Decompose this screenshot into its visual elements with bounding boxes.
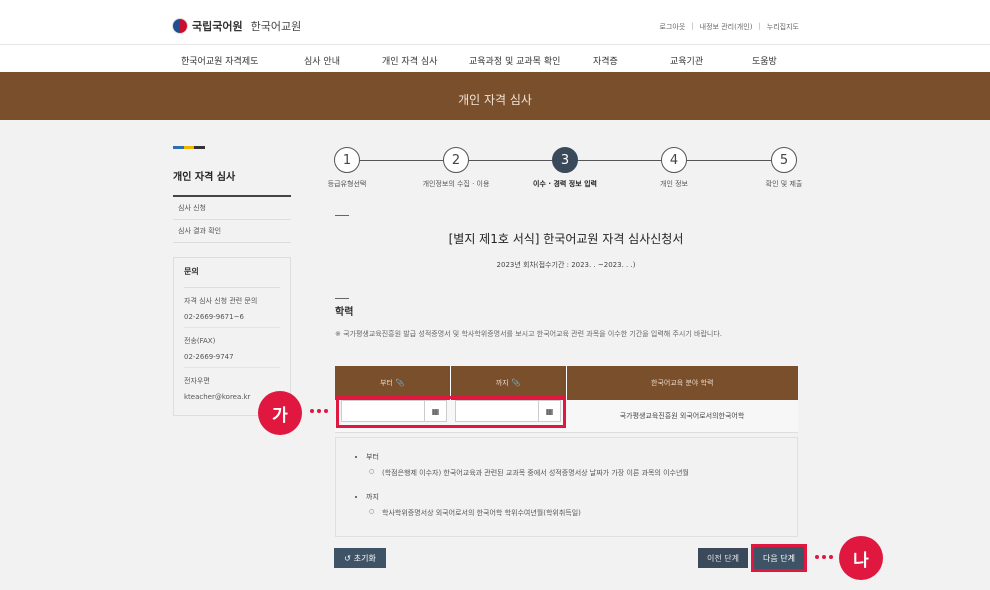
step-2-circle: 2 [443,147,469,173]
contact-fax: 02-2669-9747 [184,353,280,368]
sidebar-item-result[interactable]: 심사 결과 확인 [173,220,291,243]
step-5-circle: 5 [771,147,797,173]
contact-phone: 02-2669-9671~6 [184,313,280,328]
divider [335,298,349,299]
contact-label: 전자우편 [184,377,210,385]
sidebar-item-apply[interactable]: 심사 신청 [173,197,291,220]
field-cell: 국가평생교육진흥원 외국어로서의한국어학 [566,400,798,433]
step-1-circle: 1 [334,147,360,173]
callout-dots-b [815,555,833,559]
sidebar-deco-bar [173,146,206,149]
sidebar: 개인 자격 심사 심사 신청 심사 결과 확인 문의 자격 심사 신청 관련 문… [173,146,291,416]
step-1-label: 등급유형선택 [327,180,367,188]
sidebar-title: 개인 자격 심사 [173,168,291,197]
taegeuk-logo-icon [172,18,188,34]
highlight-box-b [751,544,807,572]
reset-button[interactable]: ↺ 초기화 [334,548,386,568]
top-bar: 국립국어원 한국어교원 로그아웃 | 내정보 관리(개인) | 누리집지도 [0,0,990,44]
callout-marker-a: 가 [258,391,302,435]
callout-dots-a [310,409,328,413]
nav-item-qualification-system[interactable]: 한국어교원 자격제도 [181,54,258,67]
column-header-label: 까지 [495,379,509,387]
contact-label: 전송(FAX) [184,337,216,345]
refresh-icon: ↺ [344,553,351,563]
paperclip-icon: 📎 [511,379,521,387]
step-2-label: 개인정보의 수집 · 이용 [422,180,490,188]
page-title: 개인 자격 심사 [458,93,532,107]
step-3-label: 이수 · 경력 정보 입력 [533,180,597,188]
divider: | [691,22,694,30]
guide-item-title: 부터 [366,452,777,462]
guide-group-from: 부터 (학점은행제 이수자) 한국어교육과 관련된 교과목 중에서 성적증명서상… [356,452,777,478]
logo-sub-text: 한국어교원 [250,20,302,33]
step-5-label: 확인 및 제출 [765,180,803,188]
guide-item-desc: (학점은행제 이수자) 한국어교육과 관련된 교과목 중에서 성적증명서상 날짜… [369,468,777,478]
column-header-from: 부터 📎 [335,366,451,400]
logo-main-text: 국립국어원 [192,20,243,33]
nav-item-help[interactable]: 도움방 [752,54,777,67]
step-4-circle: 4 [661,147,687,173]
column-header-field: 한국어교육 분야 학력 [566,366,798,400]
progress-steps: 1 2 3 4 5 등급유형선택 개인정보의 수집 · 이용 이수 · 경력 정… [320,146,810,191]
utility-links: 로그아웃 | 내정보 관리(개인) | 누리집지도 [660,22,799,32]
paperclip-icon: 📎 [395,379,405,387]
contact-label: 자격 심사 신청 관련 문의 [184,297,258,305]
contact-heading: 문의 [184,266,280,288]
guide-item-desc: 학사학위증명서상 외국어로서의 한국어학 학위수여년월(학위취득일) [369,508,777,518]
nav-item-certificate[interactable]: 자격증 [593,54,618,67]
global-nav: 한국어교원 자격제도 심사 안내 개인 자격 심사 교육과정 및 교과목 확인 … [0,44,990,72]
section-note: ※ 국가평생교육진흥원 발급 성적증명서 및 학사학위증명서를 보시고 한국어교… [335,330,723,338]
callout-marker-b: 나 [839,536,883,580]
sitemap-link[interactable]: 누리집지도 [767,22,799,32]
column-header-label: 부터 [379,379,393,387]
divider: | [758,22,761,30]
nav-item-individual-review[interactable]: 개인 자격 심사 [382,54,437,67]
step-4-label: 개인 정보 [660,180,688,188]
form-header: [별지 제1호 서식] 한국어교원 자격 심사신청서 2023년 회차(접수기간… [335,215,797,270]
reset-label: 초기화 [353,553,376,563]
logout-link[interactable]: 로그아웃 [660,22,686,32]
form-subtitle: 2023년 회차(접수기간 : 2023. . ~2023. . .) [496,261,636,269]
section-title: 학력 [335,307,354,318]
column-header-to: 까지 📎 [450,366,567,400]
nav-item-institutions[interactable]: 교육기관 [670,54,703,67]
guide-group-to: 까지 학사학위증명서상 외국어로서의 한국어학 학위수여년월(학위취득일) [356,492,777,518]
nav-item-review-guide[interactable]: 심사 안내 [304,54,340,67]
site-logo[interactable]: 국립국어원 한국어교원 [172,18,301,34]
nav-item-curriculum-check[interactable]: 교육과정 및 교과목 확인 [469,54,560,67]
step-3-circle: 3 [552,147,578,173]
page-banner: 개인 자격 심사 [0,72,990,120]
my-info-link[interactable]: 내정보 관리(개인) [700,22,753,32]
guide-box: 부터 (학점은행제 이수자) 한국어교육과 관련된 교과목 중에서 성적증명서상… [335,437,798,537]
prev-step-button[interactable]: 이전 단계 [698,548,748,568]
form-title: [별지 제1호 서식] 한국어교원 자격 심사신청서 [448,232,684,246]
divider [335,215,349,216]
highlight-box-a [336,396,566,428]
guide-item-title: 까지 [366,492,777,502]
